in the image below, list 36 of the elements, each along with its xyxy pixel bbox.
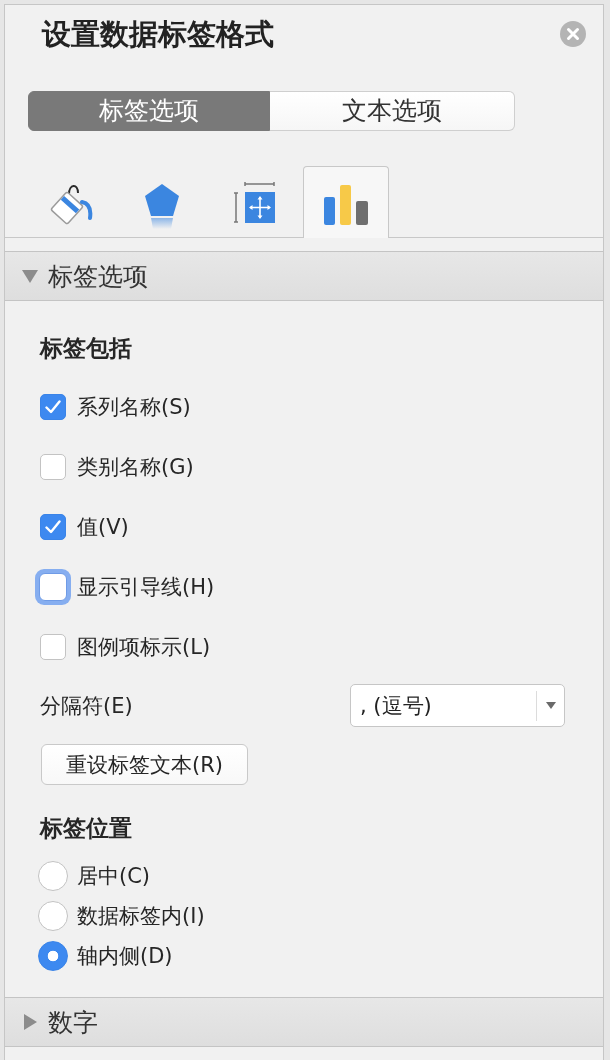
checkbox-label: 类别名称(G) [77, 454, 194, 481]
radio-label: 数据标签内(I) [77, 903, 205, 930]
close-icon [560, 21, 586, 47]
reset-label-text-button[interactable]: 重设标签文本(R) [41, 744, 248, 785]
bar-chart-icon [324, 184, 368, 225]
checkmark-icon [45, 400, 61, 414]
close-button[interactable] [560, 21, 586, 47]
checkbox[interactable] [40, 634, 66, 660]
radio-button[interactable] [38, 901, 68, 931]
caret-icon [545, 702, 556, 709]
section-header[interactable]: 标签选项 [5, 251, 603, 301]
option-tab[interactable]: 文本选项 [270, 91, 515, 131]
group-heading: 标签位置 [40, 814, 132, 843]
radio-label: 轴内侧(D) [77, 943, 173, 970]
radio-button[interactable] [38, 941, 68, 971]
checkbox[interactable] [40, 514, 66, 540]
triangle-down-icon [22, 269, 38, 283]
section-header[interactable]: 数字 [5, 997, 603, 1047]
separator-dropdown[interactable]: , (逗号) [350, 684, 565, 727]
checkmark-icon [45, 520, 61, 534]
resize-arrows-icon [233, 181, 275, 224]
checkbox-label: 值(V) [77, 514, 129, 541]
checkbox[interactable] [40, 454, 66, 480]
separator-label: 分隔符(E) [40, 692, 133, 720]
checkbox-label: 系列名称(S) [77, 394, 191, 421]
pentagon-icon [144, 182, 180, 229]
option-tab[interactable]: 标签选项 [28, 91, 270, 131]
triangle-right-icon [24, 1014, 37, 1030]
panel-title: 设置数据标签格式 [42, 16, 274, 53]
checkbox[interactable] [40, 394, 66, 420]
format-tab[interactable] [303, 166, 389, 238]
radio-label: 居中(C) [77, 863, 151, 890]
checkbox-label: 显示引导线(H) [77, 574, 215, 601]
checkbox-label: 图例项标示(L) [77, 634, 211, 661]
group-heading: 标签包括 [40, 334, 132, 363]
radio-button[interactable] [38, 861, 68, 891]
